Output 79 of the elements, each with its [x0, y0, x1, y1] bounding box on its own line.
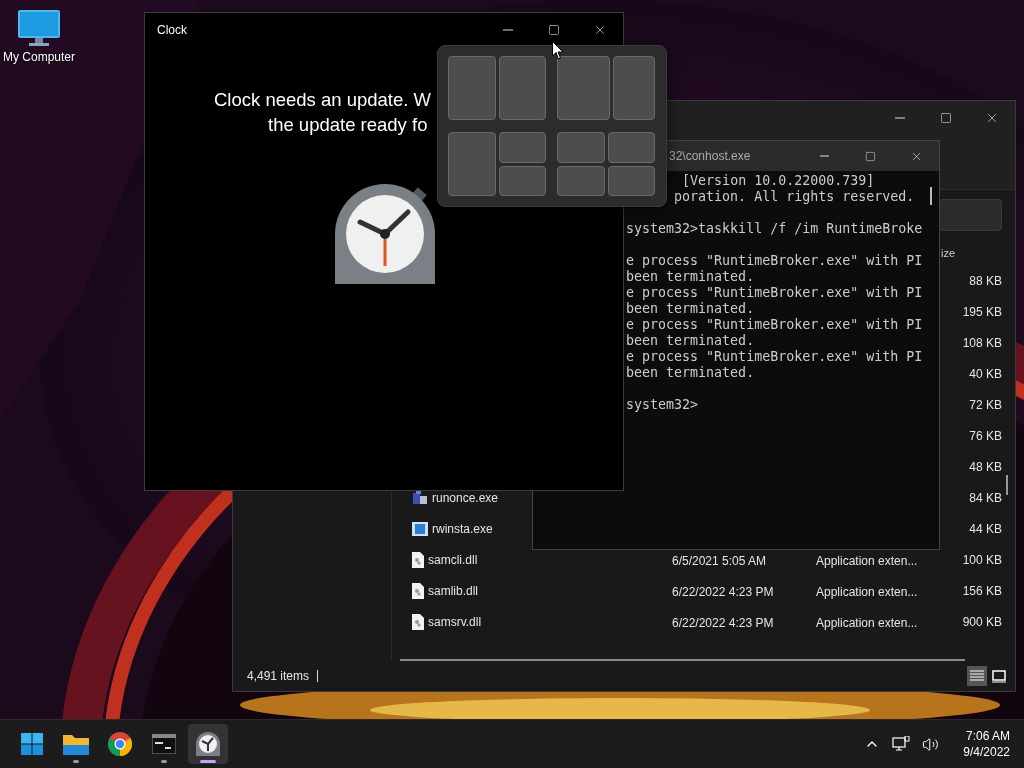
console-line: e process "RuntimeBroker.exe" with PI: [626, 317, 923, 332]
network-icon[interactable]: [890, 734, 913, 754]
console-line: e process "RuntimeBroker.exe" with PI: [626, 349, 923, 364]
file-size: 72 KB: [969, 398, 1002, 413]
file-size: 40 KB: [969, 367, 1002, 382]
file-size: 44 KB: [969, 522, 1002, 537]
window-title: 32\conhost.exe: [668, 149, 751, 163]
file-size: 76 KB: [969, 429, 1002, 444]
console-line: system32>: [626, 397, 699, 412]
file-name[interactable]: rwinsta.exe: [432, 522, 493, 537]
update-message: the update ready fo: [267, 114, 429, 136]
snap-zone[interactable]: [607, 165, 655, 196]
snap-zone[interactable]: [498, 165, 546, 196]
column-header[interactable]: ize: [940, 246, 955, 259]
console-line: been terminated.: [626, 365, 755, 380]
file-size: 100 KB: [962, 553, 1002, 568]
console-line: system32>taskkill /f /im RuntimeBroke: [626, 221, 923, 236]
file-icon: [412, 583, 424, 600]
update-message: Clock needs an update. W: [214, 89, 432, 111]
terminal-icon: [152, 734, 176, 754]
file-type: Application exten...: [816, 585, 918, 600]
file-size: 900 KB: [962, 615, 1002, 630]
snap-zone[interactable]: [607, 132, 655, 163]
item-count: 4,491 items: [247, 669, 310, 683]
file-name[interactable]: runonce.exe: [432, 491, 499, 506]
file-date: 6/22/2022 4:23 PM: [672, 616, 774, 631]
window-title: Clock: [156, 22, 187, 37]
snap-zone[interactable]: [557, 132, 605, 163]
snap-zone[interactable]: [557, 56, 610, 120]
desktop-icon-label[interactable]: My Computer: [3, 50, 75, 64]
setup-icon: [412, 490, 428, 507]
console-line: [Version 10.0.22000.739]: [682, 173, 875, 188]
console-line: e process "RuntimeBroker.exe" with PI: [626, 285, 923, 300]
file-size: 84 KB: [969, 491, 1002, 506]
taskbar-button[interactable]: [188, 724, 228, 764]
stopwatch-icon: [335, 184, 437, 284]
minimize-icon: [503, 28, 513, 31]
minimize-icon: [895, 116, 905, 119]
file-size: 108 KB: [962, 336, 1002, 351]
maximize-icon: [548, 23, 560, 36]
file-date: 6/5/2021 5:05 AM: [672, 554, 767, 569]
file-size: 48 KB: [969, 460, 1002, 475]
search-field[interactable]: [939, 199, 1002, 231]
folder-icon: [63, 733, 89, 755]
scrollbar[interactable]: [400, 659, 965, 661]
console-line: been terminated.: [626, 333, 755, 348]
app-icon: [412, 522, 428, 537]
file-name[interactable]: samsrv.dll: [428, 615, 482, 630]
windows-logo-icon: [21, 733, 43, 755]
file-type: Application exten...: [816, 616, 918, 631]
snap-zone[interactable]: [613, 56, 655, 120]
clock-time[interactable]: 7:06 AM: [965, 729, 1010, 743]
snap-zone[interactable]: [498, 132, 546, 163]
file-type: Application exten...: [816, 554, 918, 569]
console-line: been terminated.: [626, 269, 755, 284]
snap-zone[interactable]: [498, 56, 546, 120]
console-line: e process "RuntimeBroker.exe" with PI: [626, 253, 923, 268]
file-name[interactable]: samlib.dll: [428, 584, 478, 599]
clock-date[interactable]: 9/4/2022: [963, 745, 1010, 759]
chrome-icon: [108, 732, 132, 756]
file-name[interactable]: samcli.dll: [428, 553, 478, 568]
scrollbar[interactable]: [930, 187, 932, 205]
computer-icon[interactable]: [18, 10, 60, 46]
snap-zone[interactable]: [557, 165, 605, 196]
clock-icon: [196, 732, 220, 756]
maximize-icon: [940, 111, 952, 124]
file-icon: [412, 552, 424, 569]
file-size: 156 KB: [962, 584, 1002, 599]
scrollbar[interactable]: [1006, 475, 1008, 495]
maximize-icon: [864, 150, 876, 162]
minimize-icon: [819, 155, 829, 157]
file-icon: [412, 614, 424, 631]
snap-zone[interactable]: [448, 132, 496, 196]
file-size: 88 KB: [969, 274, 1002, 289]
snap-zone[interactable]: [448, 56, 496, 120]
file-date: 6/22/2022 4:23 PM: [672, 585, 774, 600]
console-line: been terminated.: [626, 301, 755, 316]
console-line: poration. All rights reserved.: [674, 189, 915, 204]
file-size: 195 KB: [962, 305, 1002, 320]
